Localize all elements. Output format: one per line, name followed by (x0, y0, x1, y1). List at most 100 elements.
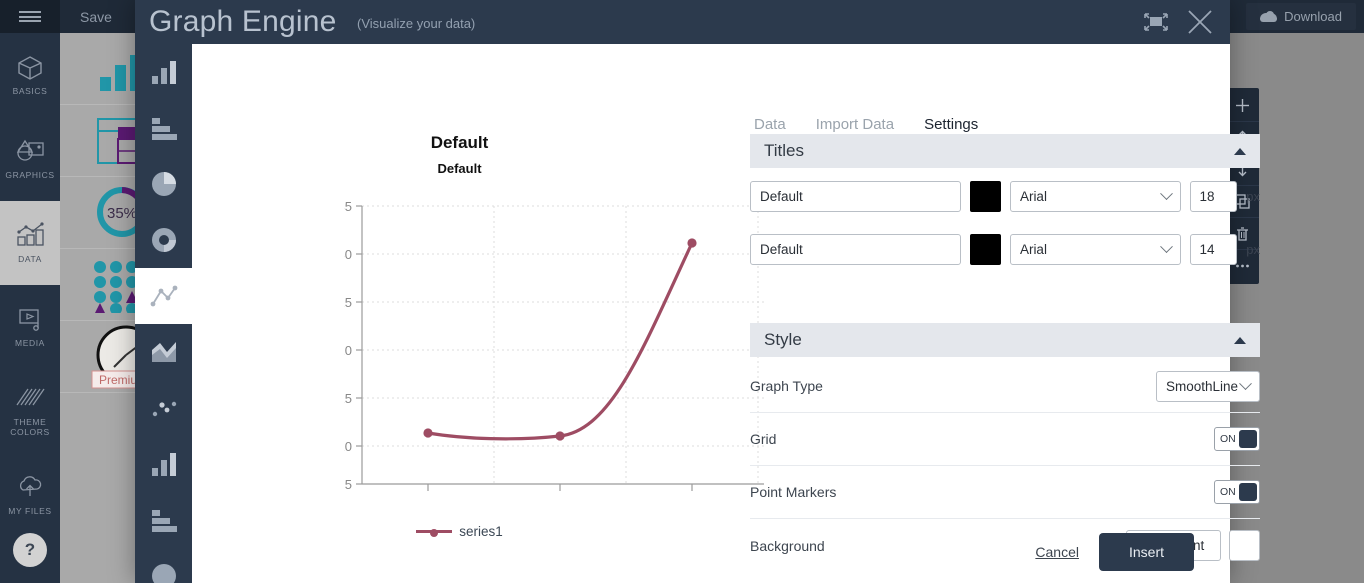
sidebar-item-my-files[interactable]: MY FILES (0, 453, 60, 537)
series-markers (423, 238, 697, 441)
title-color-swatch[interactable] (970, 181, 1001, 212)
bar-chart-type[interactable] (135, 100, 192, 156)
chevron-down-icon (1159, 240, 1173, 254)
y-tick-label: 20 (344, 343, 352, 358)
pie-chart-icon-2 (151, 564, 176, 583)
y-tick-label: 10 (344, 439, 352, 454)
scatter-chart-icon (152, 401, 176, 417)
column-chart-type-2[interactable] (135, 436, 192, 492)
scatter-chart-type[interactable] (135, 380, 192, 436)
y-tick-label: 15 (344, 391, 352, 406)
section-style-label: Style (764, 330, 802, 349)
sidebar-item-label: DATA (18, 253, 42, 264)
grid-label: Grid (750, 431, 777, 447)
download-button[interactable]: Download (1246, 3, 1356, 30)
title-row-primary: Default Arial 18 px (750, 181, 1260, 212)
subtitle-text-input[interactable]: Default (750, 234, 962, 265)
graph-type-row: Graph Type SmoothLine (750, 360, 1260, 413)
y-tick-label: 5 (345, 477, 352, 492)
grid-toggle-knob (1238, 430, 1257, 448)
graph-type-select[interactable]: SmoothLine (1156, 370, 1260, 402)
column-chart-type[interactable] (135, 44, 192, 100)
chart-preview: Default Default 5 0 5 0 5 0 5 series1 (192, 44, 764, 583)
chevron-down-icon (1159, 187, 1173, 201)
section-titles-header[interactable]: Titles (750, 134, 1260, 168)
sidebar-item-label: MY FILES (8, 505, 52, 516)
dialog-footer: Cancel Insert (1035, 533, 1194, 571)
donut-chart-type[interactable] (135, 212, 192, 268)
sidebar-item-basics[interactable]: BASICS (0, 33, 60, 117)
caret-up-icon[interactable] (1234, 336, 1246, 344)
dialog-body: Default Default 5 0 5 0 5 0 5 series1 Da… (192, 44, 1260, 583)
point-markers-toggle-knob (1238, 483, 1257, 501)
y-tick-label: 25 (344, 295, 352, 310)
chart-subtitle: Default (437, 161, 482, 176)
chart-data-icon (15, 222, 45, 248)
sidebar-item-data[interactable]: DATA (0, 201, 60, 285)
dialog-header: Graph Engine (Visualize your data) (135, 0, 1230, 44)
subtitle-color-swatch[interactable] (970, 234, 1001, 265)
grid-row: Grid ON (750, 413, 1260, 466)
sidebar-item-label: THEME COLORS (10, 416, 50, 437)
chevron-down-icon (1239, 376, 1252, 390)
sidebar-item-media[interactable]: MEDIA (0, 285, 60, 369)
legend-label: series1 (459, 524, 503, 539)
background-label: Background (750, 537, 825, 554)
title-size-unit: px (1246, 189, 1260, 204)
insert-button[interactable]: Insert (1098, 533, 1194, 571)
save-button[interactable]: Save (60, 0, 132, 33)
y-tick-label: 30 (344, 247, 352, 262)
help-button[interactable]: ? (13, 533, 47, 567)
donut-percent-label: 35% (107, 205, 137, 222)
area-chart-type[interactable] (135, 324, 192, 380)
line-chart-icon (150, 285, 177, 307)
point-markers-label: Point Markers (750, 484, 837, 500)
title-font-select[interactable]: Arial (1009, 181, 1181, 212)
dialog-title: Graph Engine (149, 5, 337, 38)
cloud-upload-icon (15, 474, 45, 500)
background-color-swatch[interactable] (1229, 530, 1260, 561)
chart-type-rail[interactable] (135, 44, 192, 583)
section-style-header[interactable]: Style (750, 323, 1260, 357)
close-icon[interactable] (1184, 6, 1216, 38)
download-label: Download (1284, 9, 1342, 24)
column-chart-icon-2 (151, 453, 176, 476)
subtitle-size-unit: px (1246, 242, 1260, 257)
section-titles-label: Titles (764, 141, 804, 160)
sidebar-item-graphics[interactable]: GRAPHICS (0, 117, 60, 201)
menu-icon[interactable] (0, 0, 60, 33)
chart-title: Default (430, 133, 489, 152)
y-tick-label: 35 (344, 199, 352, 214)
title-size-input[interactable]: 18 (1189, 181, 1238, 212)
pie-chart-type[interactable] (135, 156, 192, 212)
cube-icon (15, 54, 45, 80)
point-markers-row: Point Markers ON (750, 466, 1260, 519)
graph-type-label: Graph Type (750, 378, 823, 394)
pie-chart-type-2[interactable] (135, 548, 192, 583)
series-line (426, 241, 694, 441)
title-text-input[interactable]: Default (750, 181, 962, 212)
cancel-button[interactable]: Cancel (1035, 544, 1079, 560)
subtitle-font-select[interactable]: Arial (1009, 234, 1181, 265)
point-markers-toggle-state: ON (1220, 486, 1236, 498)
grid-toggle-state: ON (1220, 433, 1236, 445)
main-sidebar[interactable]: BASICS GRAPHICS DATA MEDIA THEME COLORS (0, 33, 60, 583)
grid-toggle[interactable]: ON (1214, 427, 1260, 451)
bar-chart-type-2[interactable] (135, 492, 192, 548)
caret-up-icon[interactable] (1234, 147, 1246, 155)
subtitle-font-value: Arial (1019, 242, 1047, 257)
donut-chart-icon (151, 228, 176, 252)
subtitle-size-input[interactable]: 14 (1189, 234, 1238, 265)
settings-panel: Data Import Data Settings Titles Default… (750, 44, 1260, 583)
sidebar-item-label: MEDIA (15, 337, 45, 348)
video-media-icon (15, 306, 45, 332)
cloud-download-icon (1260, 10, 1278, 23)
bar-chart-icon (151, 118, 177, 140)
line-chart-type[interactable] (135, 268, 192, 324)
graph-engine-dialog: Graph Engine (Visualize your data) Defau… (135, 0, 1260, 583)
expand-fullscreen-icon[interactable] (1140, 6, 1172, 38)
legend-marker (416, 529, 453, 537)
sidebar-item-theme-colors[interactable]: THEME COLORS (0, 369, 60, 453)
point-markers-toggle[interactable]: ON (1214, 480, 1260, 504)
area-chart-icon (151, 342, 176, 362)
